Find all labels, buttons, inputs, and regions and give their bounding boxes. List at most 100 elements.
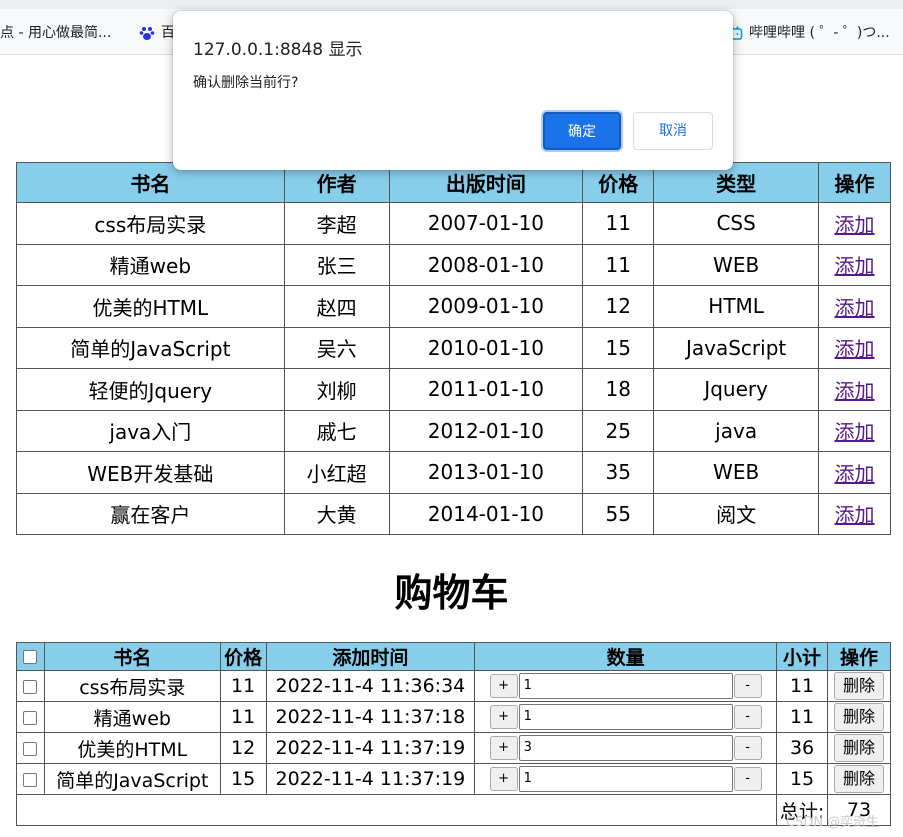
book-name: 赢在客户 bbox=[16, 492, 285, 535]
delete-button[interactable]: 删除 bbox=[833, 672, 884, 700]
cart-item-price: 15 bbox=[219, 763, 267, 795]
row-checkbox[interactable] bbox=[23, 710, 38, 725]
delete-cell: 删除 bbox=[826, 701, 892, 733]
row-select-cell bbox=[16, 763, 45, 795]
bookmark-item-baidu[interactable]: 百 bbox=[139, 22, 175, 42]
cart-row: 简单的JavaScript 15 2022-11-4 11:37:19 + 1 … bbox=[16, 763, 892, 795]
quantity-stepper: + 1 - bbox=[475, 766, 776, 792]
decrease-button[interactable]: - bbox=[733, 736, 762, 760]
book-price: 18 bbox=[582, 368, 655, 411]
bookmark-item-bilibili[interactable]: 哔哩哔哩 ( ゜- ゜)つ... bbox=[727, 22, 890, 42]
increase-button[interactable]: + bbox=[489, 674, 518, 698]
increase-button[interactable]: + bbox=[489, 736, 518, 760]
book-price: 11 bbox=[582, 202, 655, 245]
delete-button[interactable]: 删除 bbox=[833, 703, 884, 731]
table-row: css布局实录 李超 2007-01-10 11 CSS 添加 bbox=[16, 202, 891, 245]
book-author: 李超 bbox=[283, 202, 390, 245]
table-row: 简单的JavaScript 吴六 2010-01-10 15 JavaScrip… bbox=[16, 326, 891, 369]
increase-button[interactable]: + bbox=[489, 767, 518, 791]
cart-item-name: css布局实录 bbox=[43, 670, 221, 702]
book-author: 刘柳 bbox=[283, 368, 390, 411]
book-price: 12 bbox=[582, 285, 655, 328]
add-to-cart-link[interactable]: 添加 bbox=[835, 503, 875, 527]
bookmark-item-1[interactable]: 点 - 用心做最简... bbox=[0, 22, 111, 42]
cart-item-subtotal: 11 bbox=[776, 701, 828, 733]
table-row: 赢在客户 大黄 2014-01-10 55 阅文 添加 bbox=[16, 492, 891, 535]
book-type: WEB bbox=[653, 243, 820, 286]
qty-cell: + 1 - bbox=[474, 670, 778, 702]
book-date: 2012-01-10 bbox=[388, 409, 584, 452]
book-type: CSS bbox=[653, 202, 820, 245]
book-date: 2011-01-10 bbox=[388, 368, 584, 411]
row-checkbox[interactable] bbox=[23, 772, 38, 787]
table-row: 精通web 张三 2008-01-10 11 WEB 添加 bbox=[16, 243, 891, 286]
book-date: 2009-01-10 bbox=[388, 285, 584, 328]
cart-table: 书名 价格 添加时间 数量 小计 操作 css布局实录 11 2022-11-4… bbox=[15, 642, 892, 826]
book-author: 吴六 bbox=[283, 326, 390, 369]
cart-item-subtotal: 36 bbox=[776, 732, 828, 764]
quantity-input[interactable]: 1 bbox=[518, 673, 733, 699]
row-checkbox[interactable] bbox=[23, 741, 38, 756]
book-type: java bbox=[653, 409, 820, 452]
book-action-cell: 添加 bbox=[818, 202, 891, 245]
dialog-title: 127.0.0.1:8848 显示 bbox=[193, 40, 363, 60]
qty-cell: + 3 - bbox=[474, 732, 778, 764]
baidu-paw-icon bbox=[139, 25, 155, 41]
book-author: 大黄 bbox=[283, 492, 390, 535]
add-to-cart-link[interactable]: 添加 bbox=[835, 379, 875, 403]
book-type: WEB bbox=[653, 451, 820, 494]
increase-button[interactable]: + bbox=[489, 705, 518, 729]
book-action-cell: 添加 bbox=[818, 243, 891, 286]
row-select-cell bbox=[16, 701, 45, 733]
book-price: 55 bbox=[582, 492, 655, 535]
book-date: 2013-01-10 bbox=[388, 451, 584, 494]
cart-item-name: 优美的HTML bbox=[43, 732, 221, 764]
delete-button[interactable]: 删除 bbox=[833, 765, 884, 793]
cart-item-price: 12 bbox=[219, 732, 267, 764]
table-row: WEB开发基础 小红超 2013-01-10 35 WEB 添加 bbox=[16, 451, 891, 494]
books-table: 书名 作者 出版时间 价格 类型 操作 css布局实录 李超 2007-01-1… bbox=[16, 162, 891, 535]
book-action-cell: 添加 bbox=[818, 409, 891, 452]
book-date: 2010-01-10 bbox=[388, 326, 584, 369]
add-to-cart-link[interactable]: 添加 bbox=[835, 296, 875, 320]
add-to-cart-link[interactable]: 添加 bbox=[835, 420, 875, 444]
decrease-button[interactable]: - bbox=[733, 674, 762, 698]
table-row: java入门 戚七 2012-01-10 25 java 添加 bbox=[16, 409, 891, 452]
book-author: 张三 bbox=[283, 243, 390, 286]
cart-item-price: 11 bbox=[219, 670, 267, 702]
cart-col-action: 操作 bbox=[826, 642, 892, 671]
row-checkbox[interactable] bbox=[23, 679, 38, 694]
book-author: 小红超 bbox=[283, 451, 390, 494]
confirm-cancel-button[interactable]: 取消 bbox=[633, 112, 713, 150]
quantity-input[interactable]: 3 bbox=[518, 735, 733, 761]
cart-item-time: 2022-11-4 11:37:19 bbox=[265, 732, 476, 764]
table-row: 轻便的Jquery 刘柳 2011-01-10 18 Jquery 添加 bbox=[16, 368, 891, 411]
book-action-cell: 添加 bbox=[818, 285, 891, 328]
add-to-cart-link[interactable]: 添加 bbox=[835, 337, 875, 361]
cart-item-subtotal: 11 bbox=[776, 670, 828, 702]
book-type: HTML bbox=[653, 285, 820, 328]
add-to-cart-link[interactable]: 添加 bbox=[835, 254, 875, 278]
quantity-input[interactable]: 1 bbox=[518, 766, 733, 792]
book-name: WEB开发基础 bbox=[16, 451, 285, 494]
book-name: 精通web bbox=[16, 243, 285, 286]
tab-strip-edge bbox=[0, 0, 903, 9]
cart-header-row: 书名 价格 添加时间 数量 小计 操作 bbox=[16, 642, 892, 671]
quantity-input[interactable]: 1 bbox=[518, 704, 733, 730]
cart-item-time: 2022-11-4 11:37:19 bbox=[265, 763, 476, 795]
book-price: 25 bbox=[582, 409, 655, 452]
decrease-button[interactable]: - bbox=[733, 705, 762, 729]
delete-button[interactable]: 删除 bbox=[833, 734, 884, 762]
book-name: 轻便的Jquery bbox=[16, 368, 285, 411]
confirm-ok-button[interactable]: 确定 bbox=[543, 112, 621, 150]
cart-item-time: 2022-11-4 11:36:34 bbox=[265, 670, 476, 702]
book-action-cell: 添加 bbox=[818, 368, 891, 411]
book-name: 简单的JavaScript bbox=[16, 326, 285, 369]
add-to-cart-link[interactable]: 添加 bbox=[835, 462, 875, 486]
decrease-button[interactable]: - bbox=[733, 767, 762, 791]
cart-col-subtotal: 小计 bbox=[776, 642, 828, 671]
select-all-checkbox[interactable] bbox=[23, 650, 38, 664]
delete-cell: 删除 bbox=[826, 670, 892, 702]
book-type: Jquery bbox=[653, 368, 820, 411]
add-to-cart-link[interactable]: 添加 bbox=[835, 213, 875, 237]
